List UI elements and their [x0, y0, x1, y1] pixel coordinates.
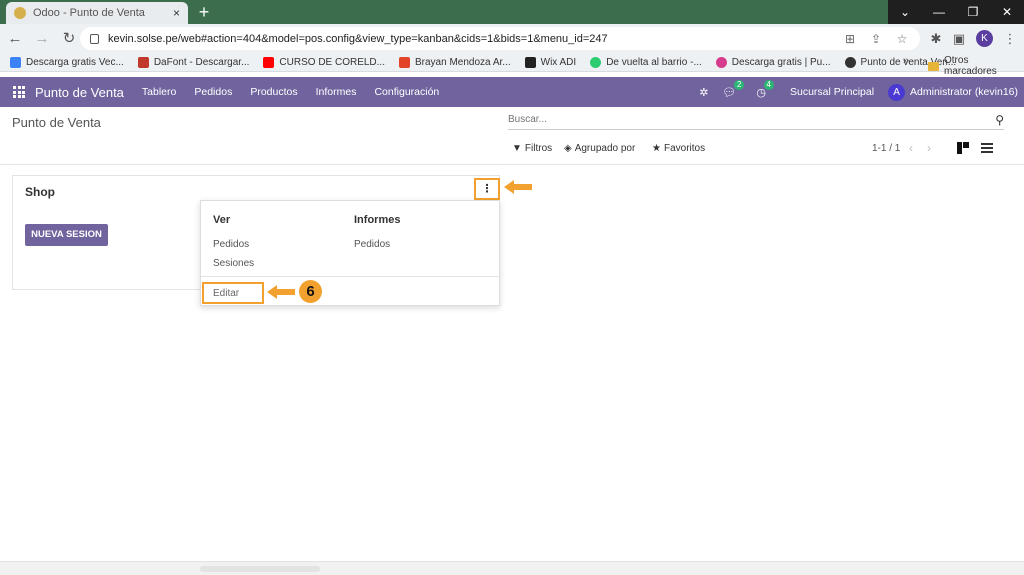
menu-pedidos[interactable]: Pedidos [194, 86, 232, 98]
bookmark-favicon-icon [137, 56, 149, 68]
tab-close-icon[interactable]: × [173, 6, 180, 20]
messages-badge: 2 [733, 79, 745, 90]
address-bar[interactable]: kevin.solse.pe/web#action=404&model=pos.… [80, 27, 920, 50]
informes-heading: Informes [354, 214, 401, 226]
ver-sesiones-link[interactable]: Sesiones [213, 258, 254, 269]
user-avatar[interactable]: A [888, 83, 906, 101]
odoo-navbar: Punto de Venta Tablero Pedidos Productos… [0, 77, 1024, 107]
bookmark-item[interactable]: DaFont - Descargar... [137, 56, 249, 68]
control-panel-divider [0, 164, 1024, 165]
translate-icon[interactable]: ⊞ [842, 32, 858, 46]
chat-icon[interactable]: 💬︎ 2 [722, 79, 745, 99]
lock-icon [90, 33, 99, 44]
app-brand[interactable]: Punto de Venta [35, 85, 124, 100]
wix-icon [524, 56, 536, 68]
search-input[interactable] [508, 114, 996, 125]
bookmark-item[interactable]: De vuelta al barrio -... [590, 56, 702, 68]
scrollbar-thumb[interactable] [200, 566, 320, 572]
card-title: Shop [25, 185, 55, 199]
odoo-favicon-icon [14, 7, 26, 19]
bookmark-item[interactable]: Brayan Mendoza Ar... [399, 56, 511, 68]
edit-link[interactable]: Editar [202, 282, 264, 304]
pager-previous-icon[interactable]: ‹ [909, 141, 913, 155]
activities-badge: 4 [763, 79, 774, 90]
minimize-button[interactable]: — [922, 0, 956, 24]
forward-icon[interactable]: → [30, 27, 54, 51]
reload-icon[interactable]: ↻ [57, 27, 81, 51]
ver-pedidos-link[interactable]: Pedidos [213, 239, 249, 250]
bookmark-favicon-icon [844, 56, 856, 68]
search-icon[interactable]: ⚲ [995, 113, 1004, 127]
youtube-icon [263, 56, 275, 68]
menu-informes[interactable]: Informes [316, 86, 357, 98]
horizontal-scrollbar[interactable] [0, 561, 1024, 575]
bookmark-star-icon[interactable]: ☆ [894, 32, 910, 46]
new-session-button[interactable]: NUEVA SESION [25, 224, 108, 246]
filters-button[interactable]: ▼ Filtros [512, 143, 552, 154]
star-icon: ★ [652, 143, 661, 154]
clock-icon[interactable]: ◷ 4 [756, 79, 774, 99]
step-number-badge: 6 [299, 280, 322, 303]
url-text: kevin.solse.pe/web#action=404&model=pos.… [108, 32, 608, 45]
navbar-systray: ✲ 💬︎ 2 ◷ 4 Sucursal Principal A Administra… [685, 77, 1018, 107]
pager-value[interactable]: 1-1 / 1 [872, 143, 900, 154]
extensions-icon[interactable]: ✱ [927, 30, 945, 48]
tab-title: Odoo - Punto de Venta [33, 7, 145, 19]
informes-pedidos-link[interactable]: Pedidos [354, 239, 390, 250]
filter-icon: ▼ [512, 143, 522, 154]
menu-tablero[interactable]: Tablero [142, 86, 176, 98]
layers-icon: ◈ [564, 143, 572, 154]
group-by-button[interactable]: ◈ Agrupado por [564, 143, 635, 154]
annotation-arrow-icon [267, 285, 295, 299]
new-tab-button[interactable]: + [194, 2, 214, 22]
ver-heading: Ver [213, 214, 231, 226]
browser-tab[interactable]: Odoo - Punto de Venta × [6, 2, 188, 24]
bookmark-favicon-icon [10, 56, 21, 68]
share-icon[interactable]: ⇪ [868, 32, 884, 46]
apps-grid-icon[interactable] [13, 86, 25, 98]
folder-icon [928, 61, 939, 71]
other-bookmarks[interactable]: Otros marcadores [928, 55, 1024, 77]
bookmark-item[interactable]: Wix ADI [524, 56, 576, 68]
dropdown-divider [201, 276, 499, 277]
list-view-icon[interactable] [980, 141, 994, 155]
browser-toolbar: ← → ↻ kevin.solse.pe/web#action=404&mode… [0, 24, 1024, 53]
pager-next-icon[interactable]: › [927, 141, 931, 155]
bookmarks-bar: Descarga gratis Vec... DaFont - Descarga… [0, 53, 1024, 72]
breadcrumb: Punto de Venta [12, 115, 101, 130]
close-window-button[interactable]: ✕ [990, 0, 1024, 24]
profile-avatar[interactable]: K [976, 30, 993, 47]
gitlab-icon [399, 56, 410, 68]
restore-button[interactable]: ❐ [956, 0, 990, 24]
bookmark-item[interactable]: CURSO DE CORELD... [263, 56, 385, 68]
back-icon[interactable]: ← [3, 27, 27, 51]
tab-search-icon[interactable]: ⌄ [888, 0, 922, 24]
menu-productos[interactable]: Productos [250, 86, 297, 98]
bookmark-item[interactable]: Descarga gratis Vec... [10, 56, 124, 68]
annotation-arrow-icon [504, 180, 532, 194]
play-icon [590, 56, 602, 68]
user-menu[interactable]: Administrator (kevin16) [910, 86, 1018, 98]
company-switcher[interactable]: Sucursal Principal [790, 86, 874, 98]
bug-icon[interactable]: ✲ [699, 86, 708, 99]
bookmark-favicon-icon [715, 56, 727, 68]
browser-menu-icon[interactable]: ⋮ [1001, 30, 1019, 48]
bookmarks-more-icon[interactable]: » [903, 55, 909, 67]
kanban-view-icon[interactable] [956, 141, 970, 155]
card-dropdown-toggle[interactable]: ⋮ [474, 178, 500, 200]
search-bar: ⚲ [508, 110, 1004, 130]
bookmark-item[interactable]: Descarga gratis | Pu... [715, 56, 831, 68]
browser-tab-bar: Odoo - Punto de Venta × + ⌄ — ❐ ✕ [0, 0, 1024, 24]
menu-configuracion[interactable]: Configuración [374, 86, 439, 98]
favorites-button[interactable]: ★ Favoritos [652, 143, 705, 154]
card-dropdown-menu: Ver Pedidos Sesiones Informes Pedidos Ed… [200, 200, 500, 306]
side-panel-icon[interactable]: ▣ [950, 30, 968, 48]
